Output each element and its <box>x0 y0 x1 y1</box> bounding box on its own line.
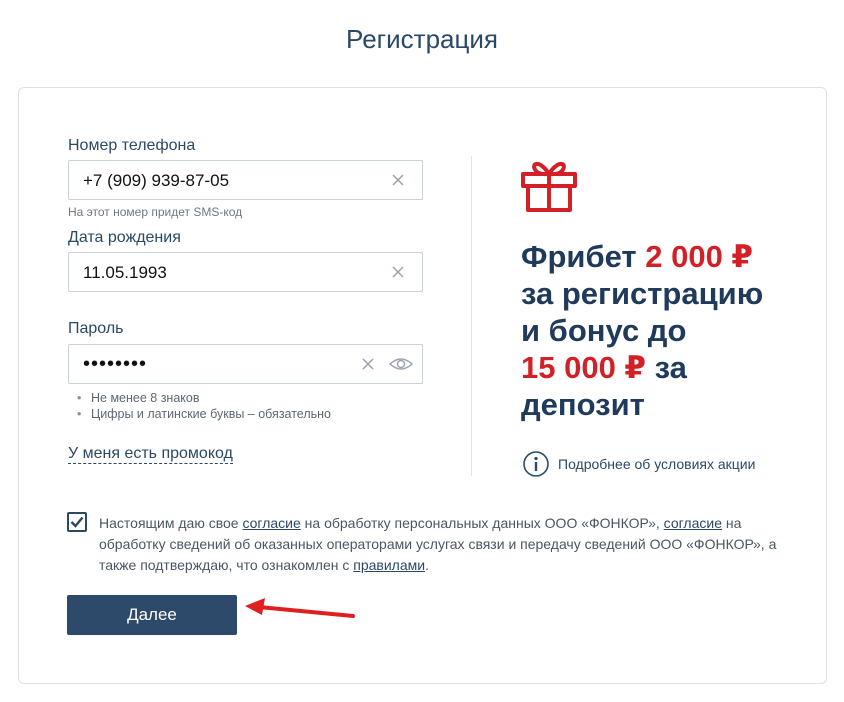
consent-text-part: на обработку персональных данных ООО «ФО… <box>300 515 664 531</box>
annotation-arrow-icon <box>245 598 355 618</box>
clear-icon[interactable] <box>358 354 378 374</box>
password-rules: Не менее 8 знаков Цифры и латинские букв… <box>77 390 331 422</box>
consent-text-part: Настоящим даю свое <box>99 515 243 531</box>
page-title: Регистрация <box>346 24 498 54</box>
consent-checkbox[interactable] <box>67 512 87 532</box>
promo-code-link[interactable]: У меня есть промокод <box>68 444 233 464</box>
phone-hint: На этот номер придет SMS-код <box>68 205 243 219</box>
password-field[interactable]: •••••••• <box>68 344 423 384</box>
rules-link[interactable]: правилами <box>353 557 425 573</box>
promo-line5: депозит <box>521 387 645 422</box>
checkmark-icon <box>70 516 84 528</box>
info-icon <box>523 451 549 477</box>
promo-line4-amount: 15 000 ₽ <box>521 350 646 385</box>
promo-line4-text: за <box>646 350 687 385</box>
consent-link[interactable]: согласие <box>242 515 300 531</box>
password-value: •••••••• <box>83 353 148 375</box>
consent-link[interactable]: согласие <box>664 515 722 531</box>
gift-icon <box>521 162 577 212</box>
birthdate-label: Дата рождения <box>68 229 181 246</box>
password-rule: Цифры и латинские буквы – обязательно <box>77 406 331 422</box>
promo-line1-text: Фрибет <box>521 239 646 274</box>
divider <box>471 156 472 476</box>
clear-icon[interactable] <box>388 170 408 190</box>
phone-label: Номер телефона <box>68 137 196 154</box>
phone-field[interactable]: +7 (909) 939-87-05 <box>68 160 423 200</box>
consent-text-part: . <box>425 557 429 573</box>
consent-text: Настоящим даю свое согласие на обработку… <box>99 513 779 576</box>
eye-icon[interactable] <box>388 354 414 374</box>
password-label: Пароль <box>68 320 124 337</box>
promo-line3: и бонус до <box>521 313 687 348</box>
promo-terms-label: Подробнее об условиях акции <box>558 456 756 472</box>
clear-icon[interactable] <box>388 262 408 282</box>
phone-value: +7 (909) 939-87-05 <box>83 171 230 190</box>
registration-card: Номер телефона +7 (909) 939-87-05 На это… <box>18 87 827 684</box>
next-button[interactable]: Далее <box>67 595 237 635</box>
promo-line2: за регистрацию <box>521 276 764 311</box>
birthdate-value: 11.05.1993 <box>83 263 167 282</box>
promo-terms-link[interactable]: Подробнее об условиях акции <box>522 450 755 478</box>
promo-headline: Фрибет 2 000 ₽ за регистрацию и бонус до… <box>521 238 763 423</box>
promo-line1-amount: 2 000 ₽ <box>645 239 753 274</box>
birthdate-field[interactable]: 11.05.1993 <box>68 252 423 292</box>
password-rule: Не менее 8 знаков <box>77 390 331 406</box>
